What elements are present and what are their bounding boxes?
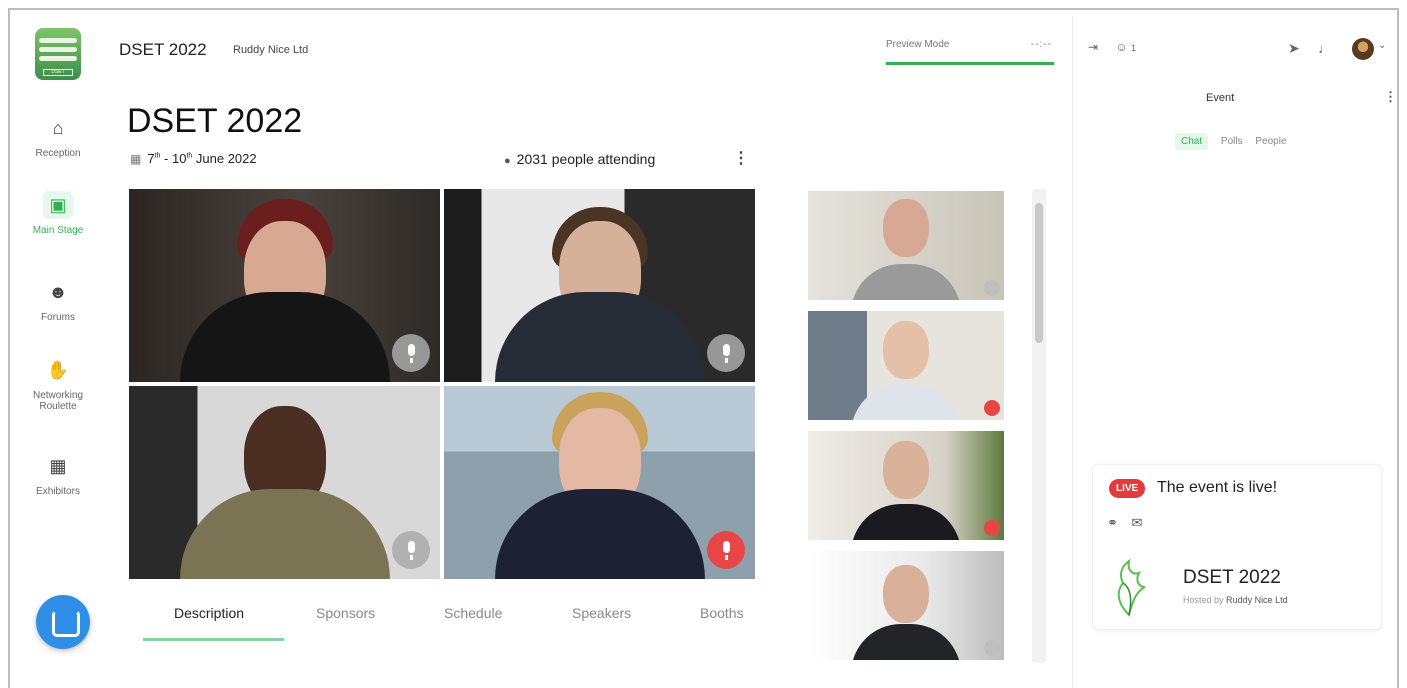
event-links: ⚭ ✉ — [1107, 515, 1152, 531]
attendee-count-badge: 1 — [1131, 43, 1137, 53]
microphone-icon[interactable] — [984, 280, 1000, 296]
sidebar-item-label: Forums — [41, 312, 75, 323]
microphone-muted-icon[interactable] — [707, 531, 745, 569]
attendee-video-tile[interactable] — [808, 191, 1004, 300]
sidebar-item-main-stage[interactable]: ▣ Main Stage — [16, 191, 100, 236]
stage-video-grid — [129, 189, 755, 579]
topbar-title: DSET 2022 — [119, 40, 207, 59]
app-logo[interactable]: DSET — [35, 28, 81, 80]
preview-progress-bar — [886, 62, 1054, 65]
support-chat-button[interactable] — [36, 595, 90, 649]
sidebar-item-label: Networking Roulette — [32, 390, 84, 412]
handshake-icon: ✋ — [46, 360, 70, 380]
event-title: DSET 2022 — [127, 102, 303, 140]
active-tab-indicator — [143, 638, 284, 641]
right-panel-toolbar: ⇥ ☺ 1 — [1088, 40, 1136, 54]
live-badge: LIVE — [1109, 479, 1146, 498]
attendee-video-tile[interactable] — [808, 311, 1004, 420]
video-tile[interactable] — [129, 189, 440, 382]
host-event-name: DSET 2022 — [1183, 567, 1281, 588]
sidebar-item-label: Reception — [35, 148, 81, 159]
tab-chat[interactable]: Chat — [1175, 133, 1209, 150]
calendar-icon: ▦ — [130, 152, 142, 166]
video-camera-icon: ▣ — [43, 191, 73, 219]
booth-icon: ▦ — [49, 456, 67, 476]
attendee-count: ● 2031 people attending — [504, 151, 656, 167]
event-tabs: Description Sponsors Schedule Speakers B… — [143, 605, 753, 641]
send-icon[interactable]: ➤ — [1288, 40, 1300, 57]
group-icon: ☻ — [48, 282, 68, 302]
preview-mode-indicator[interactable]: Preview Mode --:-- — [886, 39, 1054, 65]
microphone-icon[interactable] — [707, 334, 745, 372]
tab-polls[interactable]: Polls — [1221, 136, 1243, 147]
event-options-icon[interactable]: ⋮ — [733, 148, 749, 168]
event-date: ▦ 7th - 10th June 2022 — [130, 151, 257, 166]
preview-mode-label: Preview Mode — [886, 39, 950, 50]
microphone-icon[interactable] — [392, 334, 430, 372]
home-icon: ⌂ — [52, 118, 64, 138]
tab-speakers[interactable]: Speakers — [572, 605, 631, 621]
scrollbar-thumb[interactable] — [1035, 203, 1043, 343]
video-strip-scrollbar[interactable] — [1032, 189, 1046, 663]
tab-description[interactable]: Description — [174, 605, 244, 621]
right-panel-tabs: Chat Polls People — [1175, 133, 1297, 150]
video-tile[interactable] — [444, 189, 755, 382]
attendee-video-strip — [808, 189, 1004, 663]
bell-icon[interactable]: ♩ — [1318, 40, 1332, 56]
microphone-icon[interactable] — [984, 640, 1000, 656]
attendee-video-tile[interactable] — [808, 551, 1004, 660]
topbar-organization: Ruddy Nice Ltd — [233, 44, 309, 56]
sidebar-item-exhibitors[interactable]: ▦ Exhibitors — [16, 452, 100, 497]
sidebar-item-networking-roulette[interactable]: ✋ Networking Roulette — [16, 356, 100, 412]
preview-timer: --:-- — [1030, 39, 1052, 50]
tab-sponsors[interactable]: Sponsors — [316, 605, 375, 621]
attendee-video-tile[interactable] — [808, 431, 1004, 540]
header-actions: ➤ ♩ ⌄ — [1284, 38, 1394, 62]
video-tile[interactable] — [444, 386, 755, 579]
live-event-card: LIVE The event is live! ⚭ ✉ DSET 2022 Ho… — [1092, 464, 1382, 630]
sidebar-item-reception[interactable]: ⌂ Reception — [16, 114, 100, 159]
person-icon: ● — [504, 155, 511, 167]
avatar[interactable] — [1352, 38, 1374, 60]
sidebar-item-label: Exhibitors — [36, 486, 80, 497]
right-panel-title: Event — [1206, 92, 1235, 104]
sidebar-item-label: Main Stage — [32, 225, 84, 236]
chevron-down-icon[interactable]: ⌄ — [1378, 40, 1386, 51]
video-tile[interactable] — [129, 386, 440, 579]
hosted-by: Hosted by Ruddy Nice Ltd — [1183, 595, 1288, 605]
microphone-icon[interactable] — [392, 531, 430, 569]
tab-people[interactable]: People — [1255, 136, 1286, 147]
tab-booths[interactable]: Booths — [700, 605, 744, 621]
logo-label: DSET — [43, 69, 73, 76]
microphone-muted-icon[interactable] — [984, 520, 1000, 536]
right-panel-options-icon[interactable]: ⋮ — [1384, 89, 1397, 105]
tab-schedule[interactable]: Schedule — [444, 605, 502, 621]
sidebar-item-forums[interactable]: ☻ Forums — [16, 278, 100, 323]
globe-icon[interactable]: ⚭ — [1107, 515, 1118, 530]
mail-icon[interactable]: ✉ — [1132, 515, 1143, 530]
attendees-icon[interactable]: ☺ — [1115, 40, 1127, 54]
microphone-muted-icon[interactable] — [984, 400, 1000, 416]
exit-icon[interactable]: ⇥ — [1088, 40, 1098, 54]
host-logo — [1117, 558, 1146, 617]
sidebar: DSET ⌂ Reception ▣ Main Stage ☻ Forums ✋… — [16, 16, 100, 688]
live-status-text: The event is live! — [1157, 479, 1278, 496]
right-panel-divider — [1072, 16, 1073, 688]
